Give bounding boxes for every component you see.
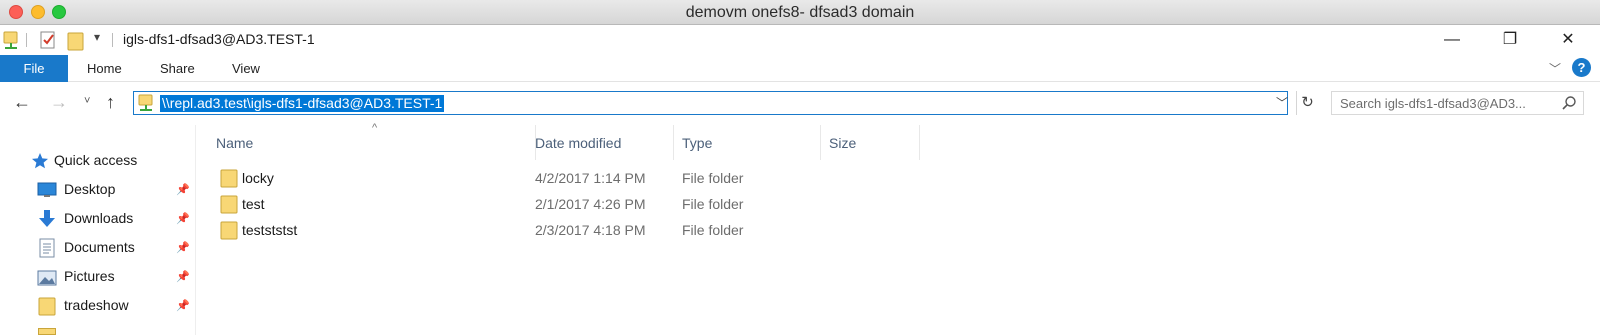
- close-button[interactable]: ✕: [1548, 27, 1588, 53]
- file-list: Name ^ Date modified Type Size locky 4/2…: [196, 122, 1600, 335]
- recent-locations-chevron-icon[interactable]: ˅: [84, 95, 90, 107]
- nav-item-downloads[interactable]: Downloads 📌: [0, 205, 196, 233]
- file-name[interactable]: locky: [242, 170, 274, 186]
- search-input[interactable]: Search igls-dfs1-dfsad3@AD3...: [1331, 91, 1584, 115]
- folder-icon: [220, 168, 238, 191]
- address-path[interactable]: \\repl.ad3.test\igls-dfs1-dfsad3@AD3.TES…: [160, 95, 445, 112]
- column-label: Size: [829, 135, 857, 151]
- nav-item-pictures[interactable]: Pictures 📌: [0, 263, 196, 291]
- nav-item-tradeshow[interactable]: tradeshow 📌: [0, 292, 196, 320]
- nav-item-desktop[interactable]: Desktop 📌: [0, 176, 196, 204]
- file-row[interactable]: locky 4/2/2017 1:14 PM File folder: [196, 165, 1600, 191]
- mac-window-title: demovm onefs8- dfsad3 domain: [685, 4, 915, 21]
- navigation-pane: Quick access Desktop 📌 Downloads 📌 Docum…: [0, 125, 196, 335]
- pin-icon[interactable]: 📌: [176, 183, 190, 196]
- column-label: Date modified: [535, 135, 622, 151]
- back-arrow-icon[interactable]: ←: [13, 92, 31, 113]
- sort-ascending-icon: ^: [372, 122, 378, 134]
- ribbon-tabs: File Home Share View ﹀ ?: [0, 55, 1600, 82]
- tab-file[interactable]: File: [0, 55, 68, 82]
- nav-label: Pictures: [64, 268, 115, 284]
- mac-title-bar: demovm onefs8- dfsad3 domain: [0, 0, 1600, 25]
- toolbar-divider: [26, 33, 27, 47]
- file-type: File folder: [682, 196, 744, 212]
- file-date-modified: 2/3/2017 4:18 PM: [535, 222, 646, 238]
- nav-label: Downloads: [64, 210, 134, 226]
- forward-arrow-icon[interactable]: →: [50, 92, 68, 113]
- nav-label: Documents: [64, 239, 135, 255]
- search-placeholder: Search igls-dfs1-dfsad3@AD3...: [1340, 96, 1526, 111]
- nav-label: Quick access: [54, 152, 138, 168]
- window-title: igls-dfs1-dfsad3@AD3.TEST-1: [123, 31, 315, 47]
- column-label: Type: [682, 135, 713, 151]
- tab-home[interactable]: Home: [87, 55, 122, 82]
- minimize-button[interactable]: —: [1432, 27, 1472, 53]
- pin-icon[interactable]: 📌: [176, 212, 190, 225]
- maximize-button[interactable]: ❐: [1490, 27, 1530, 53]
- folder-icon: [220, 194, 238, 217]
- file-date-modified: 4/2/2017 1:14 PM: [535, 170, 646, 186]
- pin-icon[interactable]: 📌: [176, 270, 190, 283]
- tab-view[interactable]: View: [232, 55, 260, 82]
- file-date-modified: 2/1/2017 4:26 PM: [535, 196, 646, 212]
- network-drive-icon[interactable]: [3, 31, 19, 54]
- address-bar-row: ← → ˅ ↑ \\repl.ad3.test\igls-dfs1-dfsad3…: [0, 82, 1600, 122]
- expand-ribbon-chevron-icon[interactable]: ﹀: [1549, 60, 1561, 77]
- nav-label: Desktop: [64, 181, 116, 197]
- folder-icon: [38, 328, 56, 335]
- column-label: Name: [216, 135, 254, 151]
- folder-icon: [38, 296, 56, 319]
- toolbar-divider: [112, 33, 113, 47]
- column-header-size[interactable]: Size: [821, 125, 920, 160]
- folder-icon: [220, 220, 238, 243]
- nav-item-documents[interactable]: Documents 📌: [0, 234, 196, 262]
- column-header-type[interactable]: Type: [674, 125, 821, 160]
- column-header-name[interactable]: Name ^: [208, 122, 536, 160]
- file-row[interactable]: test 2/1/2017 4:26 PM File folder: [196, 191, 1600, 217]
- help-icon[interactable]: ?: [1572, 58, 1591, 77]
- up-arrow-icon[interactable]: ↑: [106, 92, 115, 113]
- nav-label: tradeshow: [64, 297, 129, 313]
- file-row[interactable]: testststst 2/3/2017 4:18 PM File folder: [196, 217, 1600, 243]
- documents-icon: [39, 238, 55, 261]
- column-header-date-modified[interactable]: Date modified: [527, 125, 674, 160]
- pin-icon[interactable]: 📌: [176, 299, 190, 312]
- desktop-icon: [37, 182, 57, 201]
- pin-icon[interactable]: 📌: [176, 241, 190, 254]
- customize-toolbar-chevron-icon[interactable]: ▾: [94, 30, 100, 44]
- nav-item-quick-access[interactable]: Quick access: [0, 147, 196, 175]
- refresh-icon[interactable]: ↻: [1296, 91, 1318, 115]
- network-location-icon: [138, 94, 154, 116]
- properties-icon[interactable]: [39, 31, 57, 52]
- file-type: File folder: [682, 170, 744, 186]
- file-name[interactable]: testststst: [242, 222, 297, 238]
- download-icon: [38, 209, 56, 232]
- explorer-title-bar: ▾ igls-dfs1-dfsad3@AD3.TEST-1 — ❐ ✕: [0, 25, 1600, 55]
- new-folder-icon[interactable]: [67, 31, 85, 54]
- file-name[interactable]: test: [242, 196, 265, 212]
- search-icon[interactable]: [1561, 95, 1577, 114]
- star-icon: [31, 152, 49, 173]
- file-type: File folder: [682, 222, 744, 238]
- tab-share[interactable]: Share: [160, 55, 195, 82]
- pictures-icon: [37, 270, 57, 289]
- address-field[interactable]: \\repl.ad3.test\igls-dfs1-dfsad3@AD3.TES…: [133, 91, 1288, 115]
- address-dropdown-chevron-icon[interactable]: ﹀: [1276, 94, 1288, 111]
